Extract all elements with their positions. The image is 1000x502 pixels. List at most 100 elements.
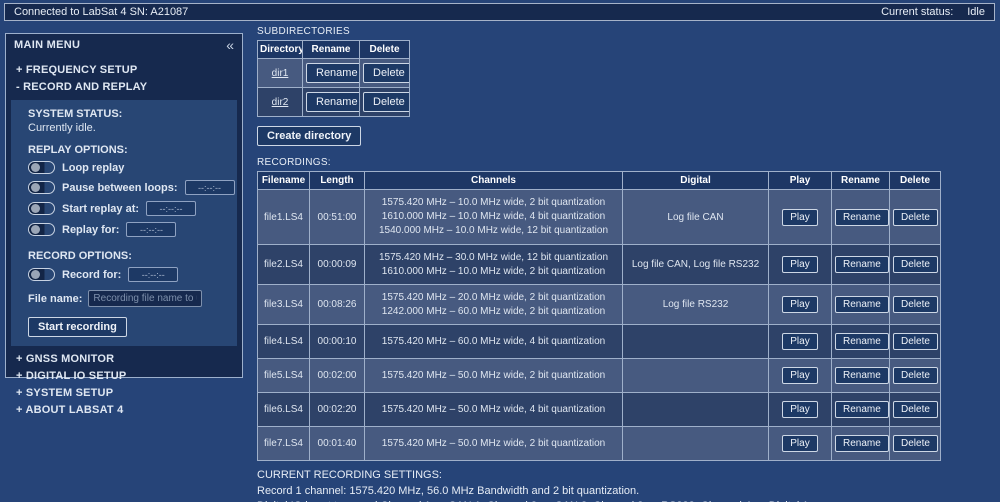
table-row: dir1 Rename Delete: [257, 58, 410, 88]
play-button[interactable]: Play: [782, 208, 818, 226]
recording-channels: 1575.420 MHz – 20.0 MHz wide, 2 bit quan…: [364, 284, 623, 325]
record-for-label: Record for:: [62, 268, 122, 281]
current-recording-settings: CURRENT RECORDING SETTINGS: Record 1 cha…: [257, 468, 957, 502]
subdirectories-table: Directory Rename Delete dir1 Rename Dele…: [257, 40, 410, 117]
delete-directory-button[interactable]: Delete: [363, 92, 409, 112]
table-row: file7.LS4 00:01:40 1575.420 MHz – 50.0 M…: [257, 426, 941, 461]
column-header-length: Length: [309, 171, 365, 190]
recording-length: 00:00:09: [309, 244, 365, 285]
table-row: file5.LS4 00:02:00 1575.420 MHz – 50.0 M…: [257, 358, 941, 393]
recording-filename: file3.LS4: [257, 284, 310, 325]
system-status-label: SYSTEM STATUS:: [28, 108, 123, 120]
sidebar-item-gnss-monitor[interactable]: + GNSS MONITOR: [6, 351, 242, 368]
recording-channels: 1575.420 MHz – 10.0 MHz wide, 2 bit quan…: [364, 189, 623, 245]
column-header-channels: Channels: [364, 171, 623, 190]
recording-digital: [622, 392, 769, 427]
delete-button[interactable]: Delete: [893, 401, 938, 418]
delete-button[interactable]: Delete: [893, 256, 938, 273]
delete-directory-button[interactable]: Delete: [363, 63, 409, 83]
play-button[interactable]: Play: [782, 401, 818, 418]
delete-button[interactable]: Delete: [893, 296, 938, 313]
record-options-label: RECORD OPTIONS:: [28, 250, 132, 262]
recording-filename: file4.LS4: [257, 324, 310, 359]
loop-replay-toggle[interactable]: [28, 161, 55, 174]
delete-button[interactable]: Delete: [893, 367, 938, 384]
sidebar-item-frequency-setup[interactable]: + FREQUENCY SETUP: [6, 62, 242, 79]
recording-channels: 1575.420 MHz – 30.0 MHz wide, 12 bit qua…: [364, 244, 623, 285]
sidebar-item-digital-io-setup[interactable]: + DIGITAL IO SETUP: [6, 368, 242, 385]
recording-settings-line1: Record 1 channel: 1575.420 MHz, 56.0 MHz…: [257, 485, 640, 497]
create-directory-button[interactable]: Create directory: [257, 126, 362, 146]
rename-button[interactable]: Rename: [835, 367, 889, 384]
rename-directory-button[interactable]: Rename: [306, 63, 359, 83]
recording-digital: [622, 358, 769, 393]
recording-channels: 1575.420 MHz – 50.0 MHz wide, 2 bit quan…: [364, 358, 623, 393]
recording-length: 00:02:00: [309, 358, 365, 393]
rename-button[interactable]: Rename: [835, 333, 889, 350]
table-row: file3.LS4 00:08:26 1575.420 MHz – 20.0 M…: [257, 284, 941, 325]
file-name-label: File name:: [28, 292, 83, 305]
recording-filename: file7.LS4: [257, 426, 310, 461]
recording-filename: file5.LS4: [257, 358, 310, 393]
sidebar-item-record-and-replay[interactable]: - RECORD AND REPLAY: [6, 79, 242, 96]
column-header-play: Play: [768, 171, 832, 190]
recording-filename: file1.LS4: [257, 189, 310, 245]
directory-link[interactable]: dir1: [272, 68, 289, 79]
sidebar-item-system-setup[interactable]: + SYSTEM SETUP: [6, 385, 242, 402]
rename-directory-button[interactable]: Rename: [306, 92, 359, 112]
start-replay-at-label: Start replay at:: [62, 202, 140, 215]
record-for-input[interactable]: [128, 267, 179, 282]
sidebar-item-about-labsat[interactable]: + ABOUT LABSAT 4: [6, 402, 242, 419]
rename-button[interactable]: Rename: [835, 256, 889, 273]
collapse-sidebar-icon[interactable]: «: [226, 38, 234, 52]
play-button[interactable]: Play: [782, 435, 818, 452]
column-header-filename: Filename: [257, 171, 310, 190]
recording-digital: Log file CAN: [622, 189, 769, 245]
record-for-toggle[interactable]: [28, 268, 55, 281]
recording-filename: file2.LS4: [257, 244, 310, 285]
recording-channels: 1575.420 MHz – 50.0 MHz wide, 4 bit quan…: [364, 392, 623, 427]
column-header-delete: Delete: [889, 171, 941, 190]
directory-link[interactable]: dir2: [272, 97, 289, 108]
start-recording-button[interactable]: Start recording: [28, 317, 127, 337]
play-button[interactable]: Play: [782, 256, 818, 273]
connection-status-text: Connected to LabSat 4 SN: A21087: [14, 6, 189, 18]
current-status-label: Current status:: [881, 6, 954, 18]
file-name-input[interactable]: [88, 290, 203, 307]
replay-for-input[interactable]: [126, 222, 177, 237]
replay-for-toggle[interactable]: [28, 223, 55, 236]
pause-between-loops-toggle[interactable]: [28, 181, 55, 194]
rename-button[interactable]: Rename: [835, 435, 889, 452]
recording-settings-title: CURRENT RECORDING SETTINGS:: [257, 469, 442, 481]
table-row: file2.LS4 00:00:09 1575.420 MHz – 30.0 M…: [257, 244, 941, 285]
subdirectories-label: SUBDIRECTORIES: [257, 26, 350, 37]
play-button[interactable]: Play: [782, 367, 818, 384]
start-replay-at-input[interactable]: [146, 201, 197, 216]
play-button[interactable]: Play: [782, 333, 818, 350]
column-header-delete: Delete: [359, 40, 410, 59]
recording-digital: Log file RS232: [622, 284, 769, 325]
recordings-header-row: Filename Length Channels Digital Play Re…: [257, 171, 941, 190]
start-replay-at-toggle[interactable]: [28, 202, 55, 215]
delete-button[interactable]: Delete: [893, 208, 938, 226]
delete-button[interactable]: Delete: [893, 333, 938, 350]
recording-channels: 1575.420 MHz – 50.0 MHz wide, 2 bit quan…: [364, 426, 623, 461]
rename-button[interactable]: Rename: [835, 296, 889, 313]
recording-digital: [622, 324, 769, 359]
table-row: file6.LS4 00:02:20 1575.420 MHz – 50.0 M…: [257, 392, 941, 427]
rename-button[interactable]: Rename: [835, 208, 889, 226]
main-menu-panel: MAIN MENU « + FREQUENCY SETUP - RECORD A…: [5, 33, 243, 416]
pause-between-loops-input[interactable]: [184, 180, 235, 195]
recording-length: 00:08:26: [309, 284, 365, 325]
table-row: file4.LS4 00:00:10 1575.420 MHz – 60.0 M…: [257, 324, 941, 359]
recording-digital: [622, 426, 769, 461]
play-button[interactable]: Play: [782, 296, 818, 313]
content-area: SUBDIRECTORIES Directory Rename Delete d…: [257, 26, 957, 502]
rename-button[interactable]: Rename: [835, 401, 889, 418]
recordings-label: RECORDINGS:: [257, 157, 331, 168]
column-header-digital: Digital: [622, 171, 769, 190]
recording-channels: 1575.420 MHz – 60.0 MHz wide, 4 bit quan…: [364, 324, 623, 359]
table-row: dir2 Rename Delete: [257, 87, 410, 117]
delete-button[interactable]: Delete: [893, 435, 938, 452]
system-status-value: Currently idle.: [28, 122, 96, 134]
